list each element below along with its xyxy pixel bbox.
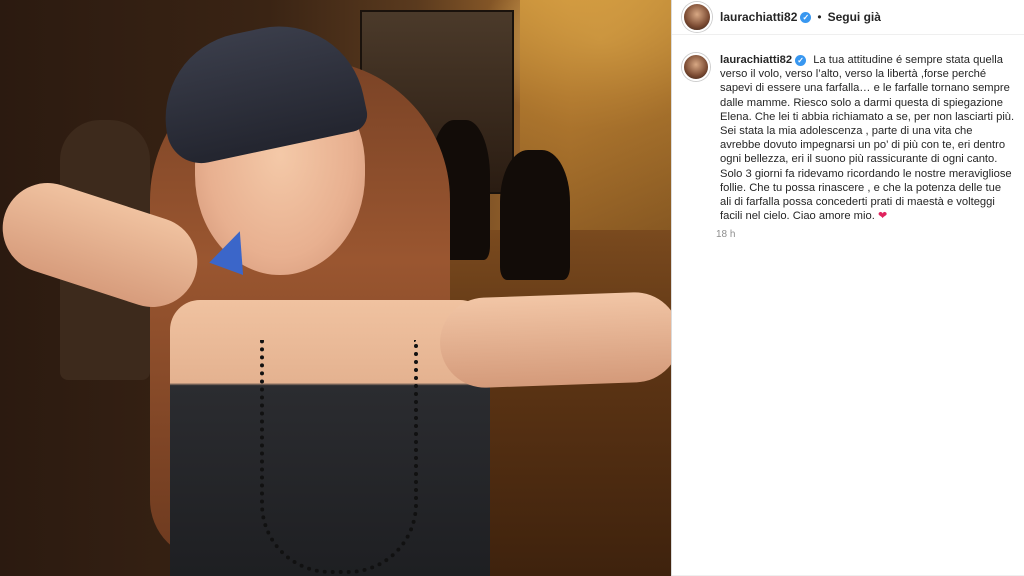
post-side-panel: laurachiatti82 ✓ • Segui già laurachiatti… xyxy=(671,0,1024,576)
post-timestamp[interactable]: 18 h xyxy=(716,229,1024,240)
heart-emoji-icon: ❤ xyxy=(877,210,888,223)
caption-verified-badge-icon: ✓ xyxy=(795,54,807,66)
caption-username[interactable]: laurachiatti82 ✓ xyxy=(720,54,807,66)
caption-avatar[interactable] xyxy=(682,53,710,81)
subject-right-arm xyxy=(438,290,671,390)
post-header: laurachiatti82 ✓ • Segui già xyxy=(672,0,1024,35)
post-photo[interactable] xyxy=(0,0,671,576)
following-button[interactable]: Segui già xyxy=(828,10,881,24)
avatar[interactable] xyxy=(682,2,712,32)
bead-necklace xyxy=(260,340,418,574)
background-silhouette-2 xyxy=(500,150,570,280)
header-username-text[interactable]: laurachiatti82 xyxy=(720,10,797,24)
header-separator: • xyxy=(817,10,822,24)
verified-badge-icon: ✓ xyxy=(800,12,812,24)
caption-text: La tua attitudine é sempre stata quella … xyxy=(720,54,1015,223)
caption-row: laurachiatti82 ✓ La tua attitudine é semp… xyxy=(672,35,1024,223)
header-username[interactable]: laurachiatti82 ✓ xyxy=(720,10,812,24)
caption-username-text[interactable]: laurachiatti82 xyxy=(720,54,792,66)
caption: laurachiatti82 ✓ La tua attitudine é semp… xyxy=(720,53,1015,223)
